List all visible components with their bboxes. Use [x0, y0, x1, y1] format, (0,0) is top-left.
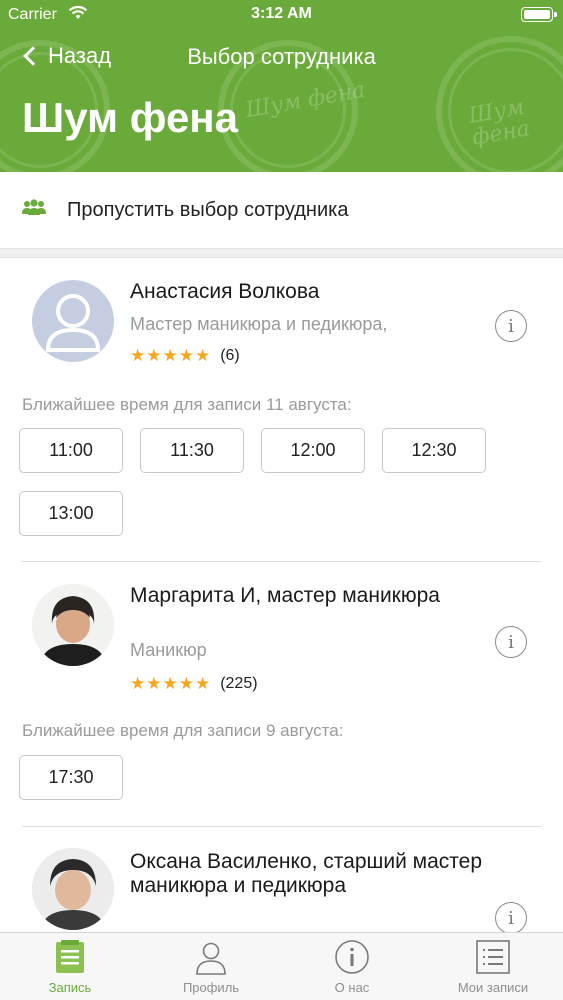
employee-name[interactable]: Оксана Василенко, старший мастер маникюр… [130, 850, 490, 898]
card-divider [22, 826, 541, 827]
person-photo-icon [32, 584, 114, 666]
time-slot-button[interactable]: 11:30 [140, 428, 244, 473]
employee-card: Маргарита И, мастер маникюра Маникюр ★★★… [0, 562, 563, 828]
time-slot-button[interactable]: 11:00 [19, 428, 123, 473]
info-icon[interactable]: i [495, 310, 527, 342]
section-separator [0, 248, 563, 258]
employee-role: Маникюр [130, 640, 207, 660]
nav-title: Выбор сотрудника [0, 44, 563, 70]
avatar-placeholder[interactable] [32, 280, 114, 362]
employee-card: Оксана Василенко, старший мастер маникюр… [0, 828, 563, 932]
rating-stars: ★★★★★ [130, 674, 212, 693]
status-time: 3:12 AM [251, 5, 312, 22]
person-photo-icon [32, 848, 114, 930]
employee-name[interactable]: Маргарита И, мастер маникюра [130, 584, 490, 608]
tab-my-records[interactable]: Мои записи [423, 933, 563, 1000]
time-slot-button[interactable]: 17:30 [19, 755, 123, 800]
employee-photo[interactable] [32, 848, 114, 930]
group-icon [21, 198, 47, 222]
review-count: (225) [220, 675, 258, 692]
skip-employee-row[interactable]: Пропустить выбор сотрудника [0, 172, 563, 248]
skip-employee-label: Пропустить выбор сотрудника [67, 198, 349, 221]
tab-booking[interactable]: Запись [0, 933, 140, 1000]
booking-list-icon [52, 939, 88, 980]
user-placeholder-icon [45, 294, 101, 352]
tab-label: О нас [334, 980, 370, 995]
tab-about[interactable]: О нас [282, 933, 422, 1000]
nearest-time-label: Ближайшее время для записи 11 августа: [22, 395, 352, 414]
employee-card: Анастасия Волкова Мастер маникюра и педи… [0, 258, 563, 562]
tab-bar: Запись Профиль О нас Мои записи [0, 932, 563, 1000]
header: Шум фена Шум фена Carrier 3:12 AM Назад … [0, 0, 563, 172]
time-slot-button[interactable]: 12:00 [261, 428, 365, 473]
employee-rating: ★★★★★ (6) [130, 346, 240, 366]
nav-title-text: Выбор сотрудника [187, 44, 376, 69]
battery-icon [521, 7, 557, 22]
rating-stars: ★★★★★ [130, 346, 212, 365]
nearest-time-label: Ближайшее время для записи 9 августа: [22, 721, 344, 740]
tab-label: Запись [48, 980, 92, 995]
time-slot-button[interactable]: 12:30 [382, 428, 486, 473]
info-icon [334, 939, 370, 980]
profile-icon [193, 939, 229, 980]
status-bar: Carrier 3:12 AM [0, 0, 563, 30]
my-records-icon [475, 939, 511, 980]
tab-label: Профиль [182, 980, 240, 995]
tab-profile[interactable]: Профиль [141, 933, 281, 1000]
info-icon[interactable]: i [495, 902, 527, 932]
employee-photo[interactable] [32, 584, 114, 666]
page-title: Шум фена [22, 94, 239, 141]
info-icon[interactable]: i [495, 626, 527, 658]
employee-name[interactable]: Анастасия Волкова [130, 280, 490, 304]
time-slot-button[interactable]: 13:00 [19, 491, 123, 536]
employee-rating: ★★★★★ (225) [130, 674, 258, 694]
tab-label: Мои записи [457, 980, 529, 995]
employee-role: Мастер маникюра и педикюра, [130, 314, 388, 334]
review-count: (6) [220, 347, 240, 364]
